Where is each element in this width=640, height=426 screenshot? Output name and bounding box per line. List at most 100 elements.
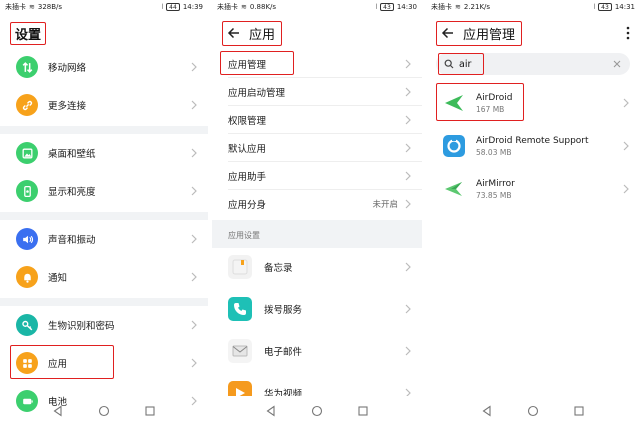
chevron-right-icon [405,143,411,152]
clear-icon[interactable] [612,59,622,69]
network-speed: 328B/s [37,3,63,11]
chevron-right-icon [191,100,197,110]
menu-item-permissions[interactable]: 权限管理 [228,106,422,134]
section-divider [0,212,208,220]
menu-item-app-assistant[interactable]: 应用助手 [228,162,422,190]
navigation-bar [426,396,640,426]
search-input[interactable]: air [436,53,630,75]
settings-item-biometrics[interactable]: 生物识别和密码 [0,306,208,344]
settings-item-label: 移动网络 [48,63,87,74]
app-result-airdroid[interactable]: AirDroid 167 MB [426,80,640,126]
chevron-right-icon [191,186,197,196]
page-title: 应用 [249,27,276,43]
highlight-box: 应用 [222,20,283,46]
recents-nav-icon[interactable] [573,405,585,417]
settings-item-more-connections[interactable]: 更多连接 [0,86,208,124]
page-title: 设置 [10,21,47,45]
app-name: 电子邮件 [264,347,303,358]
status-bar: 未插卡 ≋ 328B/s ⦚ 44 14:39 [0,0,208,14]
highlight-box [438,53,484,75]
display-icon [16,180,38,202]
chevron-right-icon [623,141,629,151]
settings-item-apps[interactable]: 应用 [0,344,208,382]
app-size: 73.85 MB [476,190,512,200]
menu-item-label: 应用启动管理 [228,87,286,99]
vibrate-icon: ⦚ [593,3,596,11]
recents-nav-icon[interactable] [144,405,156,417]
menu-item-startup-management[interactable]: 应用启动管理 [228,78,422,106]
chevron-right-icon [191,358,197,368]
wifi-icon: ≋ [29,3,35,11]
section-divider [0,298,208,306]
email-icon [228,339,252,363]
menu-item-default-apps[interactable]: 默认应用 [228,134,422,162]
app-row-phone[interactable]: 拨号服务 [212,286,422,332]
header: 设置 [0,18,208,48]
back-arrow-icon[interactable] [441,26,455,40]
back-nav-icon[interactable] [481,405,493,417]
battery-level: 44 [166,3,180,11]
highlight-box [10,345,114,379]
notification-icon [16,266,38,288]
highlight-box: 应用管理 [436,20,523,46]
more-options-icon[interactable] [626,26,630,40]
menu-item-label: 应用助手 [228,171,267,183]
app-name: 备忘录 [264,263,293,274]
back-nav-icon[interactable] [52,405,64,417]
settings-item-display[interactable]: 显示和亮度 [0,172,208,210]
chevron-right-icon [405,346,411,356]
recents-nav-icon[interactable] [357,405,369,417]
menu-item-app-twin[interactable]: 应用分身 未开启 [228,190,422,218]
menu-item-app-management[interactable]: 应用管理 [220,50,422,78]
chevron-right-icon [623,184,629,194]
chevron-right-icon [191,320,197,330]
phone-icon [228,297,252,321]
chevron-right-icon [405,59,411,68]
settings-screen: 未插卡 ≋ 328B/s ⦚ 44 14:39 设置 移动网络 更多连接 桌面和… [0,0,208,426]
highlight-box [436,83,524,121]
airmirror-icon [442,177,466,201]
chevron-right-icon [405,262,411,272]
vibrate-icon: ⦚ [375,3,378,11]
wifi-icon: ≋ [455,3,461,11]
chevron-right-icon [405,199,411,209]
home-nav-icon[interactable] [311,405,323,417]
key-icon [16,314,38,336]
settings-item-label: 桌面和壁纸 [48,149,96,160]
app-result-airmirror[interactable]: AirMirror 73.85 MB [426,166,640,212]
vibrate-icon: ⦚ [161,3,164,11]
chevron-right-icon [405,87,411,96]
app-management-screen: 未插卡 ≋ 2.21K/s ⦚ 43 14:31 应用管理 air AirDro… [426,0,640,426]
network-speed: 2.21K/s [463,3,491,11]
home-nav-icon[interactable] [527,405,539,417]
menu-item-label: 默认应用 [228,143,267,155]
app-size: 58.03 MB [476,147,512,157]
settings-item-label: 生物识别和密码 [48,321,115,332]
link-icon [16,94,38,116]
page-title: 应用管理 [463,27,516,43]
chevron-right-icon [191,148,197,158]
chevron-right-icon [405,171,411,180]
app-name: AirDroid Remote Support [476,135,589,146]
chevron-right-icon [405,115,411,124]
clock: 14:39 [182,3,203,11]
sound-icon [16,228,38,250]
app-twin-status: 未开启 [372,200,398,210]
back-arrow-icon[interactable] [227,26,241,40]
settings-item-label: 显示和亮度 [48,187,96,198]
network-speed: 0.88K/s [249,3,277,11]
settings-item-notification[interactable]: 通知 [0,258,208,296]
carrier-text: 未插卡 [5,3,26,11]
app-row-memo[interactable]: 备忘录 [212,244,422,290]
back-nav-icon[interactable] [265,405,277,417]
home-nav-icon[interactable] [98,405,110,417]
app-row-email[interactable]: 电子邮件 [212,328,422,374]
app-result-airdroid-remote[interactable]: AirDroid Remote Support 58.03 MB [426,123,640,169]
settings-item-mobile-network[interactable]: 移动网络 [0,48,208,86]
settings-item-label: 声音和振动 [48,235,96,246]
status-bar: 未插卡 ≋ 2.21K/s ⦚ 43 14:31 [426,0,640,14]
settings-item-wallpaper[interactable]: 桌面和壁纸 [0,134,208,172]
wallpaper-icon [16,142,38,164]
section-divider [0,126,208,134]
settings-item-sound[interactable]: 声音和振动 [0,220,208,258]
